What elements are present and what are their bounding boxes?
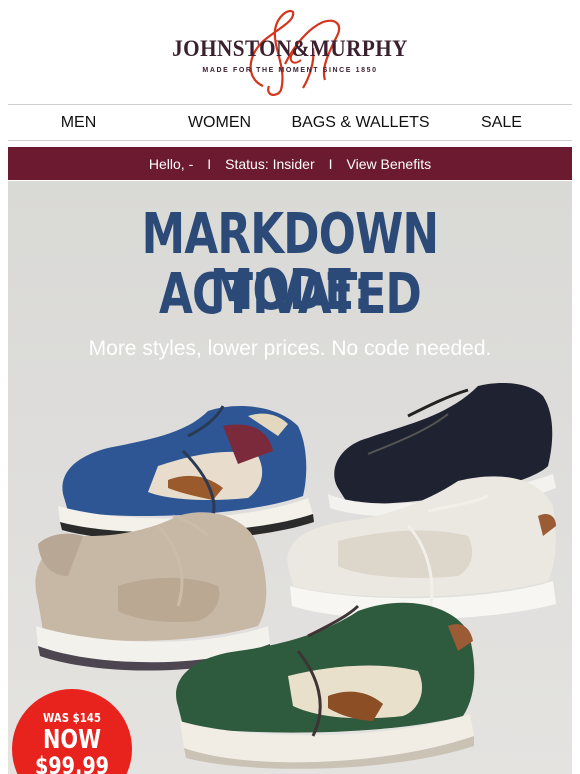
nav-women[interactable]: WOMEN [149,114,290,132]
brand-tagline: MADE FOR THE MOMENT SINCE 1850 [202,67,378,74]
brand-name[interactable]: JOHNSTON&MURPHY [23,36,557,62]
separator: I [328,155,333,172]
greeting-text: Hello, - [148,155,194,172]
hero-subhead: More styles, lower prices. No code neede… [88,337,492,360]
main-nav: MEN WOMEN BAGS & WALLETS SALE [8,105,572,140]
view-benefits-link[interactable]: View Benefits [347,156,432,172]
nav-sale[interactable]: SALE [431,114,572,132]
member-status-bar: Hello, - I Status: Insider I View Benefi… [8,147,572,180]
divider [8,140,572,141]
now-label: NOW [42,725,102,755]
hero-headline: ACTIVATED [158,262,422,327]
nav-men[interactable]: MEN [8,114,149,132]
sale-price: $99.99 [34,752,110,774]
taupe-sneaker [35,512,270,671]
was-price: WAS $145 [43,711,101,725]
status-text: Status: Insider [225,155,315,172]
brand-header: JOHNSTON&MURPHY MADE FOR THE MOMENT SINC… [0,0,580,104]
hero-banner[interactable]: MARKDOWN MODE: ACTIVATED More styles, lo… [8,181,572,774]
nav-bags-wallets[interactable]: BAGS & WALLETS [290,114,431,132]
separator: I [207,155,212,172]
